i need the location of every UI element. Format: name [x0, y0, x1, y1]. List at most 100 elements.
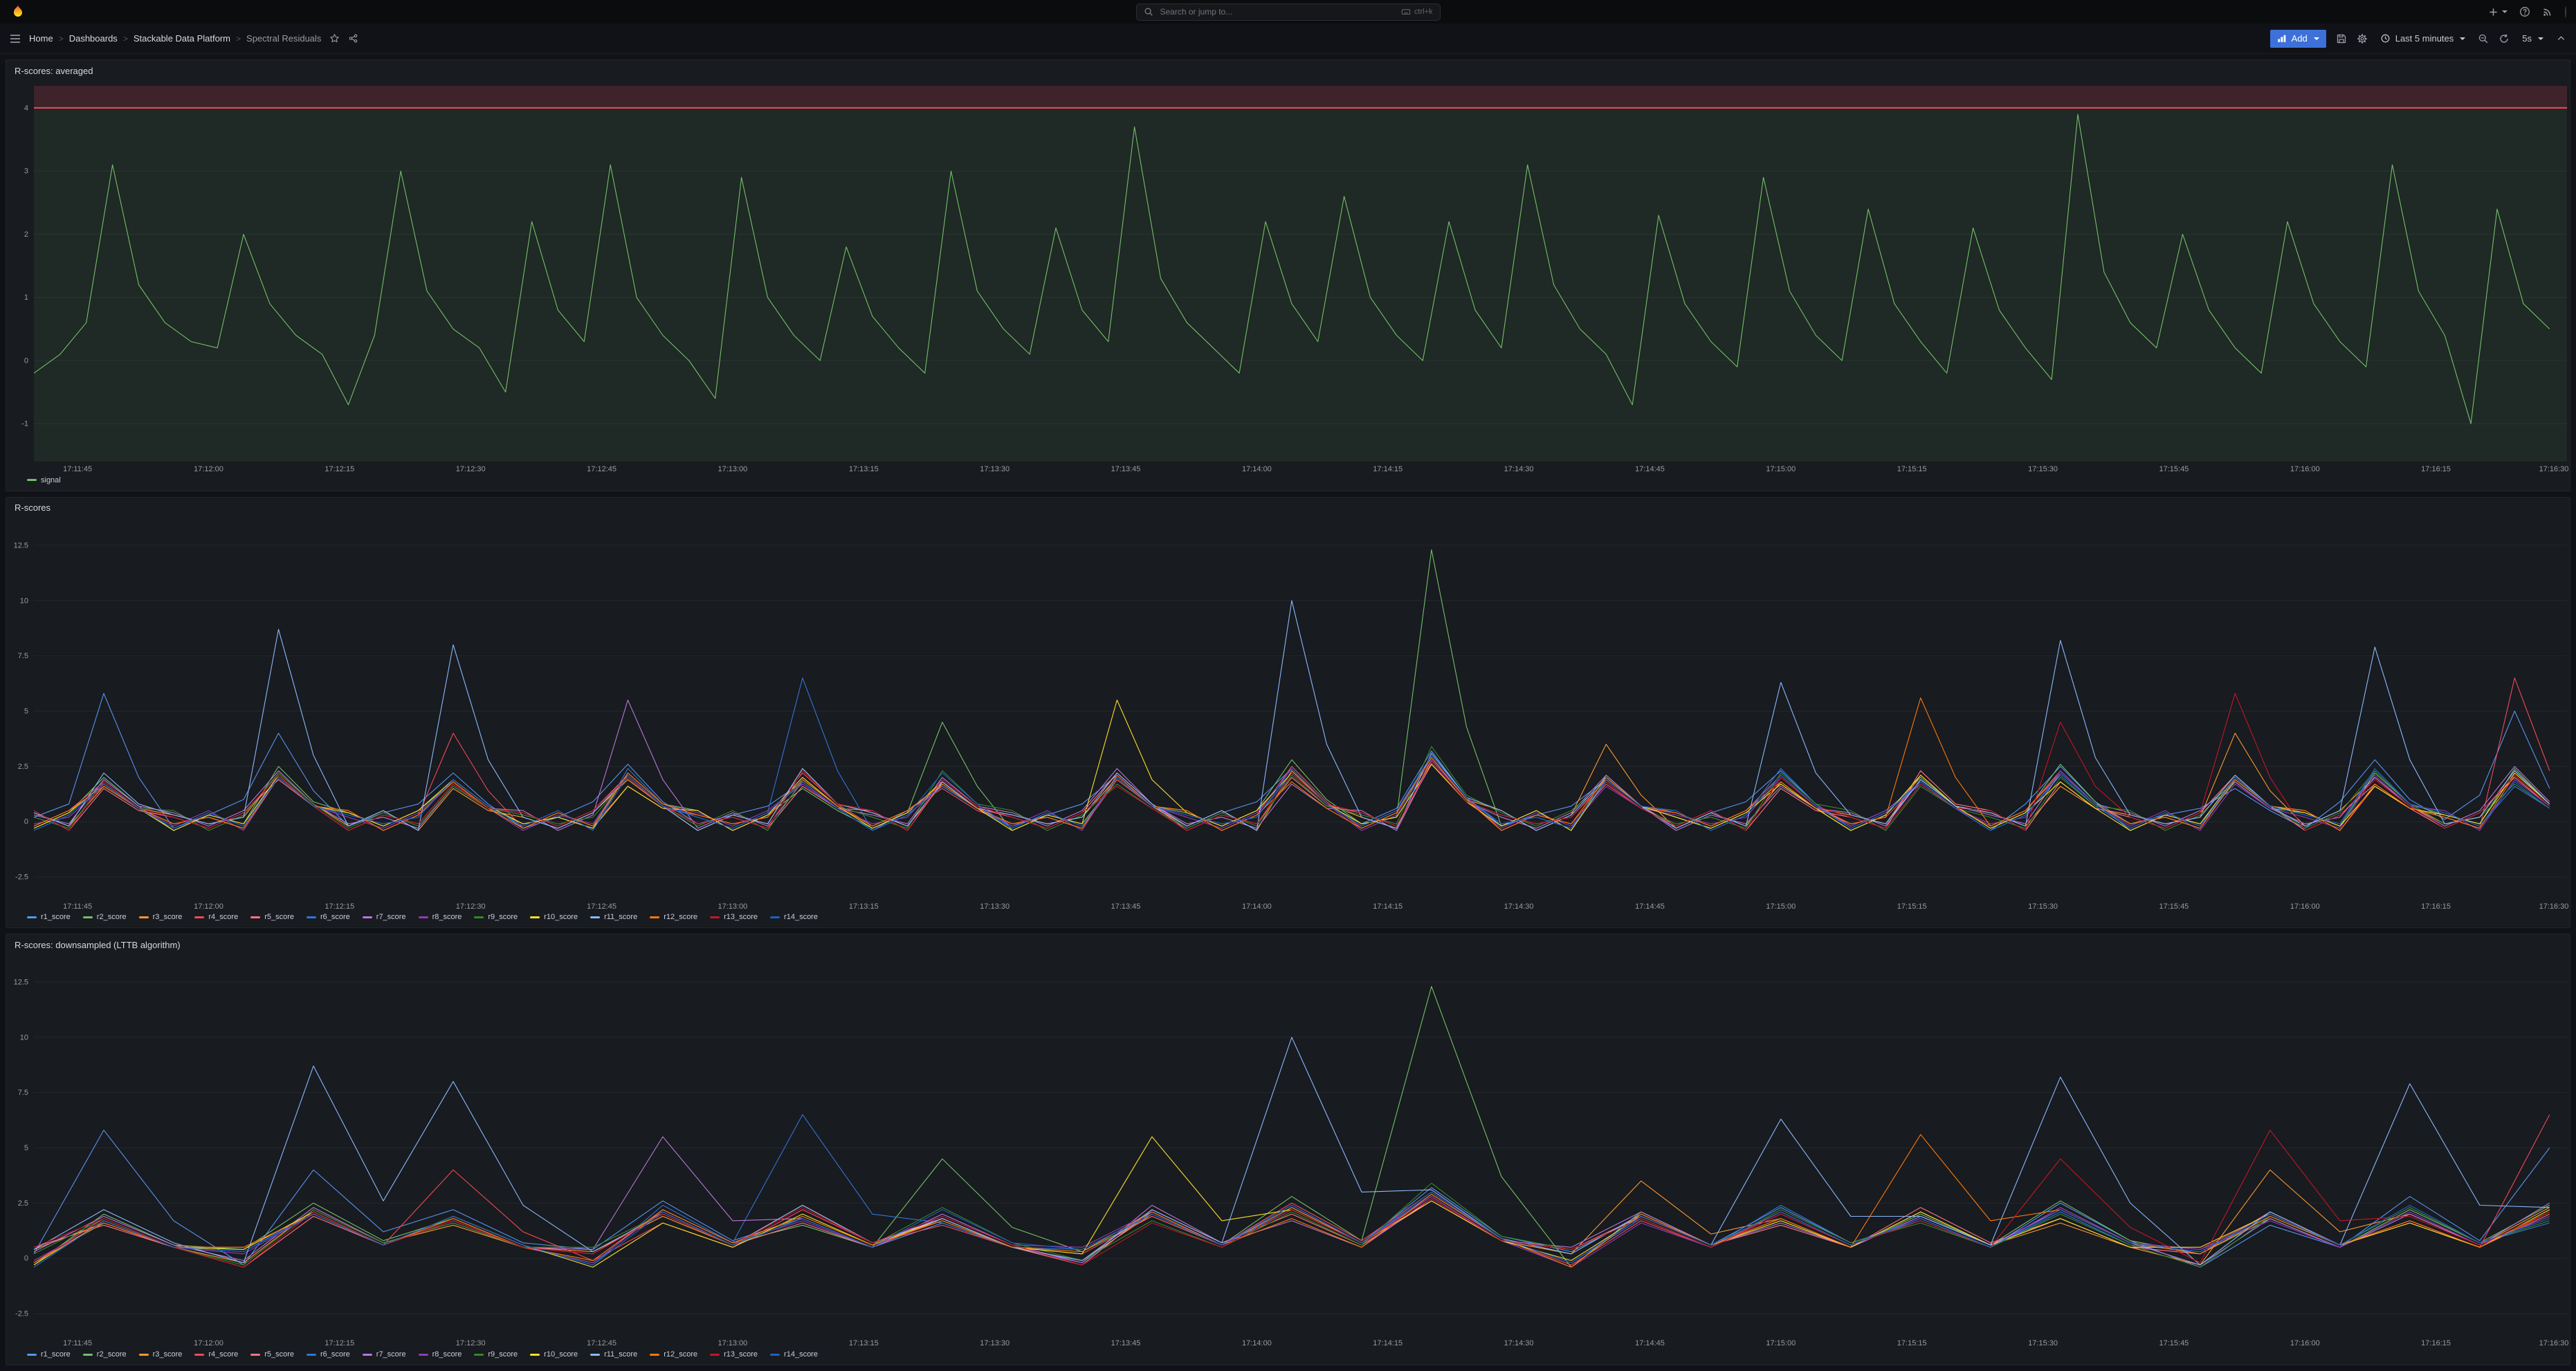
legend-item-r3_score[interactable]: r3_score [139, 913, 183, 921]
series-line-r4_score [34, 678, 2550, 830]
grafana-logo[interactable] [10, 3, 26, 20]
menu-toggle-button[interactable] [10, 34, 21, 44]
x-tick-label: 17:12:00 [194, 902, 223, 911]
x-tick-label: 17:13:15 [849, 1339, 879, 1347]
legend-item-signal[interactable]: signal [27, 476, 61, 484]
legend-item-r2_score[interactable]: r2_score [83, 1350, 127, 1359]
panel-header[interactable]: R-scores: averaged [6, 60, 2570, 81]
legend-swatch [770, 916, 780, 918]
legend-swatch [363, 1354, 372, 1356]
dashboard-settings-button[interactable] [2357, 33, 2368, 44]
legend-swatch [27, 1354, 37, 1356]
x-tick-label: 17:13:15 [849, 465, 879, 473]
breadcrumb-separator: > [59, 34, 64, 44]
legend-swatch [194, 1354, 204, 1356]
legend-label: r8_score [432, 913, 462, 921]
legend-item-r1_score[interactable]: r1_score [27, 1350, 71, 1359]
refresh-interval-picker[interactable]: 5s [2519, 29, 2546, 48]
legend-label: r8_score [432, 1350, 462, 1359]
legend-item-r7_score[interactable]: r7_score [363, 1350, 406, 1359]
dashboard-panels: R-scores: averaged -10123417:11:4517:12:… [0, 54, 2576, 1371]
legend-swatch [194, 916, 204, 918]
x-tick-label: 17:14:15 [1373, 902, 1403, 911]
legend-item-r3_score[interactable]: r3_score [139, 1350, 183, 1359]
breadcrumb-home[interactable]: Home [29, 33, 53, 44]
legend-label: r10_score [544, 913, 578, 921]
legend-label: r14_score [784, 913, 818, 921]
legend-label: r3_score [153, 1350, 183, 1359]
x-tick-label: 17:14:00 [1242, 902, 1272, 911]
series-line-r8_score [34, 759, 2550, 830]
legend-item-r8_score[interactable]: r8_score [419, 1350, 462, 1359]
x-tick-label: 17:13:00 [718, 902, 747, 911]
series-line-r7_score [34, 700, 2550, 830]
legend-item-r7_score[interactable]: r7_score [363, 913, 406, 921]
breadcrumb-folder[interactable]: Stackable Data Platform [134, 33, 230, 44]
legend-item-r2_score[interactable]: r2_score [83, 913, 127, 921]
search-input[interactable] [1159, 6, 1396, 17]
news-button[interactable] [2542, 6, 2553, 17]
legend-item-r1_score[interactable]: r1_score [27, 913, 71, 921]
breadcrumb-dashboards[interactable]: Dashboards [69, 33, 118, 44]
search-box[interactable]: ctrl+k [1136, 3, 1441, 21]
legend-item-r13_score[interactable]: r13_score [710, 913, 758, 921]
add-panel-button[interactable]: Add [2270, 30, 2326, 48]
legend-item-r9_score[interactable]: r9_score [474, 913, 518, 921]
y-tick-label: 1 [24, 293, 28, 302]
legend-item-r12_score[interactable]: r12_score [650, 1350, 697, 1359]
legend-swatch [139, 1354, 149, 1356]
legend-item-r4_score[interactable]: r4_score [194, 1350, 238, 1359]
save-dashboard-button[interactable] [2336, 33, 2347, 44]
legend-item-r12_score[interactable]: r12_score [650, 913, 697, 921]
time-series-chart[interactable]: -2.502.557.51012.517:11:4517:12:0017:12:… [6, 518, 2570, 911]
panel-header[interactable]: R-scores: downsampled (LTTB algorithm) [6, 934, 2570, 955]
refresh-button[interactable] [2499, 33, 2510, 44]
legend-item-r5_score[interactable]: r5_score [250, 913, 294, 921]
legend-item-r6_score[interactable]: r6_score [307, 913, 350, 921]
share-button[interactable] [348, 33, 358, 44]
legend-label: r3_score [153, 913, 183, 921]
chevron-up-icon [2556, 33, 2566, 44]
time-range-label: Last 5 minutes [2395, 33, 2454, 44]
x-axis: 17:11:4517:12:0017:12:1517:12:3017:12:45… [63, 1339, 2568, 1347]
series-line-r5_score [34, 1201, 2550, 1268]
breadcrumb-current-dashboard[interactable]: Spectral Residuals [246, 33, 321, 44]
legend-label: r13_score [724, 1350, 758, 1359]
collapse-toolbar-button[interactable] [2556, 33, 2566, 44]
legend-item-r5_score[interactable]: r5_score [250, 1350, 294, 1359]
x-tick-label: 17:15:15 [1897, 465, 1927, 473]
help-button[interactable] [2519, 6, 2530, 17]
y-tick-label: 2.5 [18, 1199, 28, 1208]
user-avatar[interactable] [2565, 7, 2566, 17]
y-tick-label: 10 [20, 1034, 28, 1042]
legend-label: r11_score [604, 1350, 637, 1359]
legend-label: r5_score [264, 1350, 294, 1359]
legend-item-r11_score[interactable]: r11_score [590, 1350, 637, 1359]
favorite-star-button[interactable] [329, 33, 340, 44]
legend-item-r14_score[interactable]: r14_score [770, 1350, 818, 1359]
series-line-r10_score [34, 1137, 2550, 1268]
legend-item-r14_score[interactable]: r14_score [770, 913, 818, 921]
legend-item-r10_score[interactable]: r10_score [530, 1350, 578, 1359]
zoom-out-button[interactable] [2478, 33, 2489, 44]
legend-swatch [250, 916, 260, 918]
time-series-chart[interactable]: -2.502.557.51012.517:11:4517:12:0017:12:… [6, 955, 2570, 1348]
legend-item-r10_score[interactable]: r10_score [530, 913, 578, 921]
x-tick-label: 17:12:00 [194, 1339, 223, 1347]
legend-item-r13_score[interactable]: r13_score [710, 1350, 758, 1359]
legend-item-r11_score[interactable]: r11_score [590, 913, 637, 921]
legend-swatch [530, 1354, 540, 1356]
y-tick-label: 3 [24, 167, 28, 176]
legend-item-r8_score[interactable]: r8_score [419, 913, 462, 921]
time-range-picker[interactable]: Last 5 minutes [2377, 29, 2469, 48]
legend-swatch [419, 1354, 428, 1356]
x-tick-label: 17:13:45 [1111, 465, 1141, 473]
new-menu-button[interactable] [2488, 7, 2508, 17]
legend-item-r6_score[interactable]: r6_score [307, 1350, 350, 1359]
time-series-chart[interactable]: -10123417:11:4517:12:0017:12:1517:12:301… [6, 81, 2570, 474]
panel-header[interactable]: R-scores [6, 498, 2570, 518]
x-tick-label: 17:11:45 [63, 902, 92, 911]
legend-item-r9_score[interactable]: r9_score [474, 1350, 518, 1359]
legend-item-r4_score[interactable]: r4_score [194, 913, 238, 921]
series-line-r3_score [34, 1170, 2550, 1265]
